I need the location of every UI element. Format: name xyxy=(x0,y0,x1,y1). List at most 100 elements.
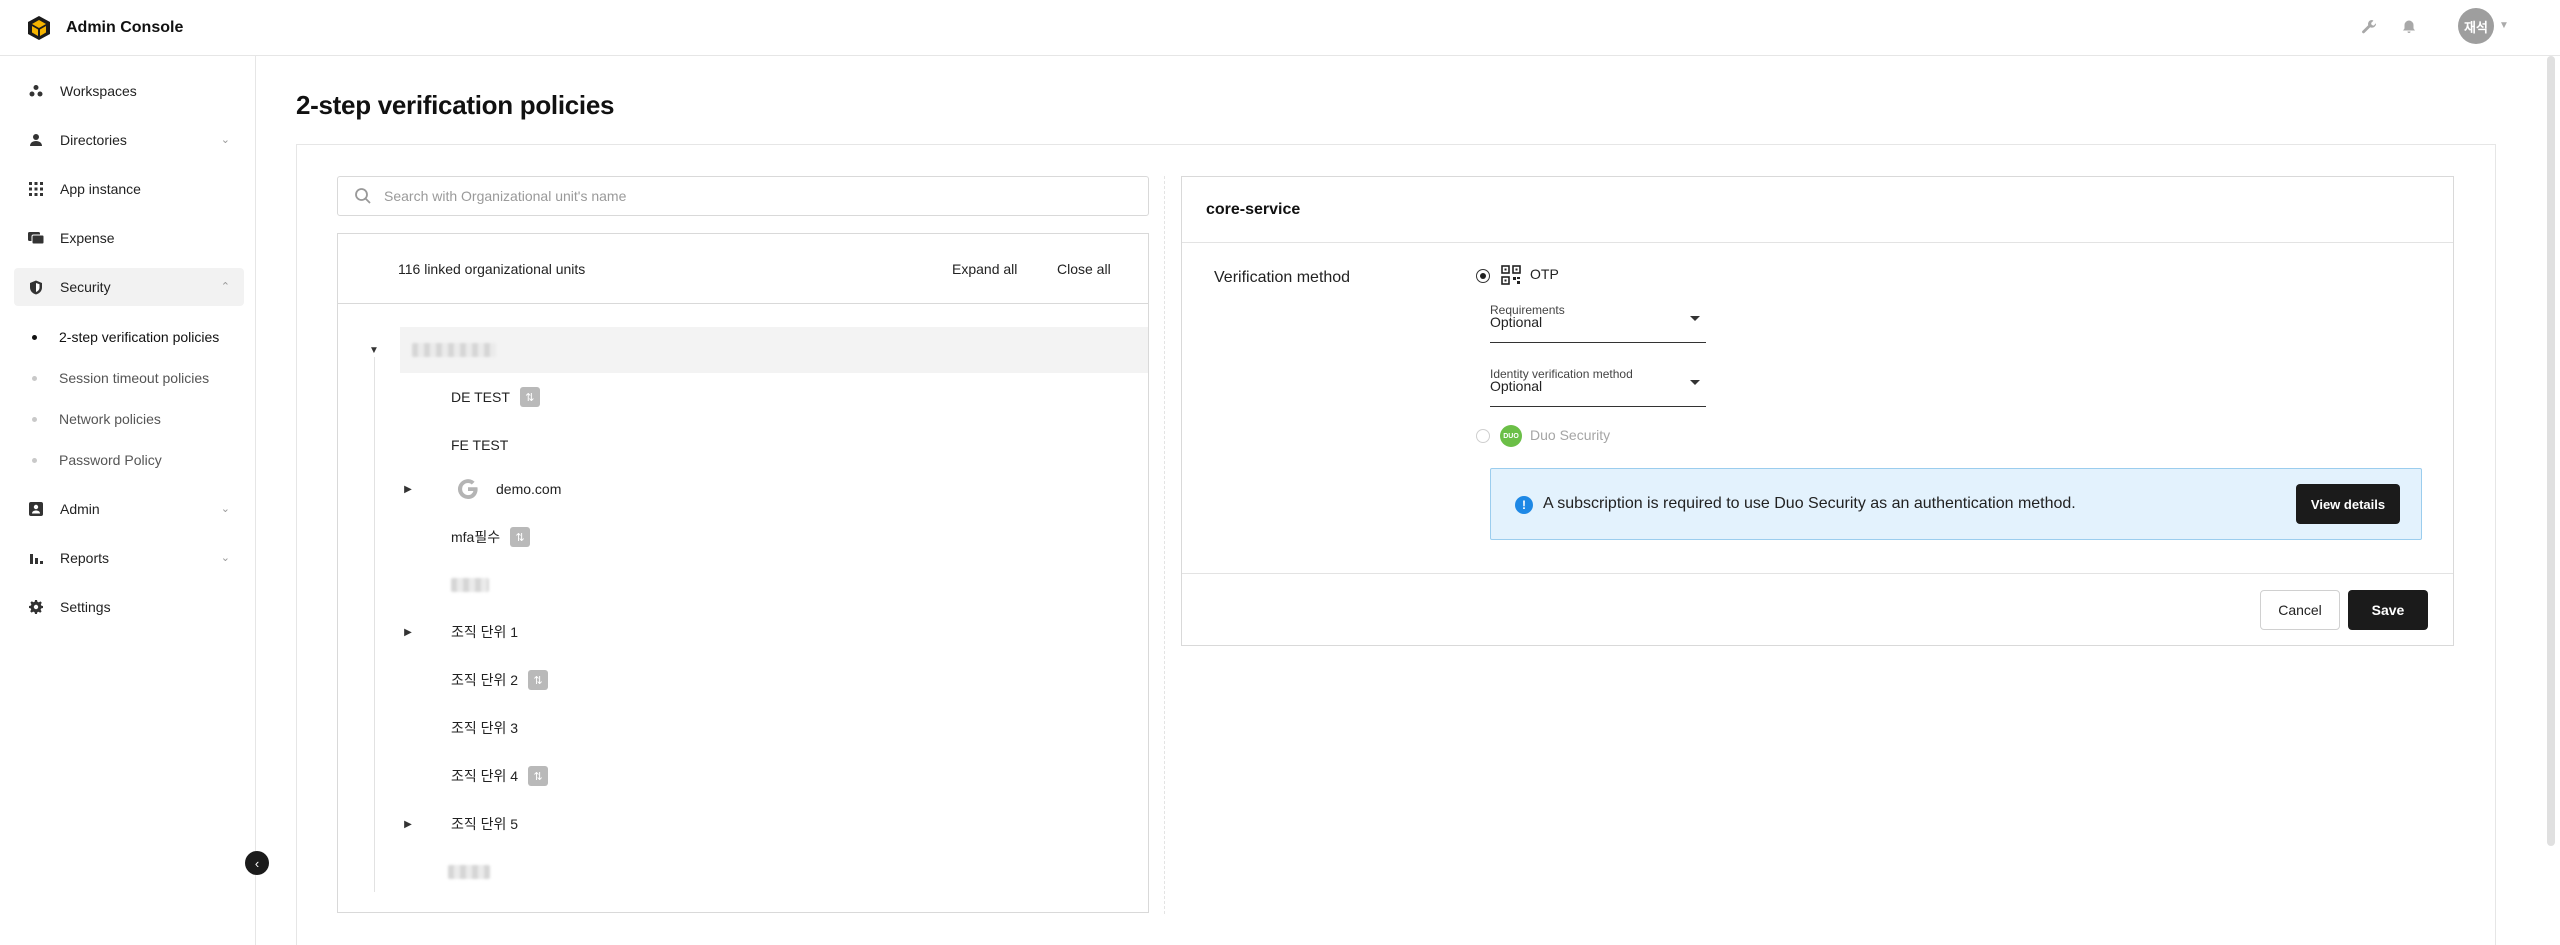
qr-code-icon xyxy=(1501,265,1521,285)
sidebar-item-label: Security xyxy=(60,279,111,295)
sidebar-item-workspaces[interactable]: Workspaces xyxy=(14,72,244,110)
sidebar-sub-2step[interactable]: 2-step verification policies xyxy=(32,324,219,350)
sidebar-item-security[interactable]: Security ⌃ xyxy=(14,268,244,306)
chevron-left-icon: ‹ xyxy=(254,855,260,871)
bullet-icon xyxy=(32,375,37,381)
tree-node[interactable]: DE TEST ⇅ xyxy=(451,374,540,420)
tree-node-label: DE TEST xyxy=(451,389,510,405)
tree-node[interactable] xyxy=(451,562,489,608)
requirements-select[interactable]: Requirements Optional xyxy=(1490,299,1706,343)
close-all-button[interactable]: Close all xyxy=(1057,261,1111,277)
tree-node[interactable]: 조직 단위 5 xyxy=(451,801,518,847)
cancel-button[interactable]: Cancel xyxy=(2260,590,2340,630)
caret-right-icon[interactable]: ▶ xyxy=(402,818,414,830)
logo-icon xyxy=(28,16,50,40)
wrench-icon[interactable] xyxy=(2358,16,2380,38)
sidebar-item-label: Settings xyxy=(60,599,111,615)
search-icon xyxy=(355,188,371,204)
sidebar-item-settings[interactable]: Settings xyxy=(14,588,244,626)
policy-panel: core-service Verification method OTP Req… xyxy=(1181,176,2454,646)
search-field[interactable] xyxy=(337,176,1149,216)
sidebar-item-label: Expense xyxy=(60,230,115,246)
panel-divider xyxy=(1164,176,1165,914)
shield-icon xyxy=(28,279,44,295)
tree-node[interactable]: mfa필수 ⇅ xyxy=(451,514,531,560)
save-button[interactable]: Save xyxy=(2348,590,2428,630)
workspaces-icon xyxy=(28,83,44,99)
subscription-notice: ! A subscription is required to use Duo … xyxy=(1490,468,2422,540)
tree-node[interactable]: 조직 단위 3 xyxy=(451,705,518,751)
page-title: 2-step verification policies xyxy=(296,90,615,120)
search-input[interactable] xyxy=(384,188,1124,204)
bullet-icon xyxy=(32,416,37,422)
tree-node-root[interactable] xyxy=(400,327,1148,373)
gear-icon xyxy=(28,599,44,615)
chevron-down-icon: ⌄ xyxy=(220,552,230,564)
policy-name: core-service xyxy=(1206,201,1301,218)
sidebar-sub-session-timeout[interactable]: Session timeout policies xyxy=(32,365,209,391)
duo-radio[interactable] xyxy=(1476,429,1490,443)
footer-divider xyxy=(1182,573,2453,574)
sidebar-sub-label: 2-step verification policies xyxy=(59,329,220,345)
caret-right-icon[interactable]: ▶ xyxy=(402,483,414,495)
caret-down-icon[interactable]: ▼ xyxy=(368,344,380,356)
info-icon: ! xyxy=(1515,496,1533,514)
duo-label: Duo Security xyxy=(1530,427,1611,443)
view-details-button[interactable]: View details xyxy=(2296,484,2400,524)
sidebar-sub-label: Network policies xyxy=(59,411,161,427)
collapse-sidebar-button[interactable]: ‹ xyxy=(245,851,269,875)
sidebar-item-directories[interactable]: Directories ⌄ xyxy=(14,121,244,159)
avatar[interactable]: 재석 xyxy=(2458,8,2494,44)
linked-units-count: 116 linked organizational units xyxy=(398,261,586,277)
tree-node-label: 조직 단위 2 xyxy=(451,672,519,688)
requirements-value: Optional xyxy=(1490,314,1543,330)
chevron-down-icon: ⌄ xyxy=(220,503,230,515)
linked-policy-icon: ⇅ xyxy=(510,527,531,547)
bell-icon[interactable] xyxy=(2398,16,2420,38)
card-icon xyxy=(28,230,44,246)
sidebar-item-label: Workspaces xyxy=(60,83,137,99)
redacted-label xyxy=(412,343,496,357)
app-title: Admin Console xyxy=(66,19,184,36)
sidebar-sub-label: Password Policy xyxy=(59,452,162,468)
tree-node[interactable] xyxy=(448,849,490,895)
sidebar-sub-network[interactable]: Network policies xyxy=(32,406,161,432)
tree-node[interactable]: demo.com xyxy=(456,466,561,512)
verification-method-label: Verification method xyxy=(1214,269,1351,286)
sidebar-item-admin[interactable]: Admin ⌄ xyxy=(14,490,244,528)
tree-node[interactable]: 조직 단위 2 ⇅ xyxy=(451,657,549,703)
expand-all-button[interactable]: Expand all xyxy=(952,261,1017,277)
bullet-icon xyxy=(32,457,37,463)
brand[interactable]: Admin Console xyxy=(26,15,183,41)
tree-node-label: 조직 단위 5 xyxy=(451,816,519,832)
sidebar-item-app-instance[interactable]: App instance xyxy=(14,170,244,208)
dropdown-arrow-icon xyxy=(1690,316,1700,321)
sidebar-sub-label: Session timeout policies xyxy=(59,370,210,386)
sidebar-item-reports[interactable]: Reports ⌄ xyxy=(14,539,244,577)
sidebar-item-label: App instance xyxy=(60,181,141,197)
otp-label: OTP xyxy=(1530,266,1559,282)
sidebar-item-expense[interactable]: Expense xyxy=(14,219,244,257)
tree-node[interactable]: 조직 단위 4 ⇅ xyxy=(451,753,549,799)
page-scrollbar[interactable] xyxy=(2547,56,2555,846)
bullet-icon xyxy=(32,334,37,340)
caret-right-icon[interactable]: ▶ xyxy=(402,626,414,638)
tree-node-label: 조직 단위 1 xyxy=(451,624,519,640)
tree-header: 116 linked organizational units Expand a… xyxy=(338,234,1148,304)
redacted-label xyxy=(451,578,489,592)
id-badge-icon xyxy=(28,501,44,517)
otp-radio[interactable] xyxy=(1476,269,1490,283)
person-icon xyxy=(28,132,44,148)
tree-node[interactable]: 조직 단위 1 xyxy=(451,609,518,655)
bar-chart-icon xyxy=(28,550,44,566)
tree-node-label: FE TEST xyxy=(451,437,509,453)
sidebar-item-label: Directories xyxy=(60,132,127,148)
identity-method-select[interactable]: Identity verification method Optional xyxy=(1490,363,1706,407)
chevron-down-icon[interactable]: ▼ xyxy=(2499,20,2509,31)
linked-policy-icon: ⇅ xyxy=(519,387,540,407)
chevron-down-icon: ⌄ xyxy=(220,134,230,146)
org-tree-panel: 116 linked organizational units Expand a… xyxy=(337,233,1149,913)
duo-icon: DUO xyxy=(1500,425,1522,447)
tree-node[interactable]: FE TEST xyxy=(451,422,508,468)
sidebar-sub-password[interactable]: Password Policy xyxy=(32,447,162,473)
